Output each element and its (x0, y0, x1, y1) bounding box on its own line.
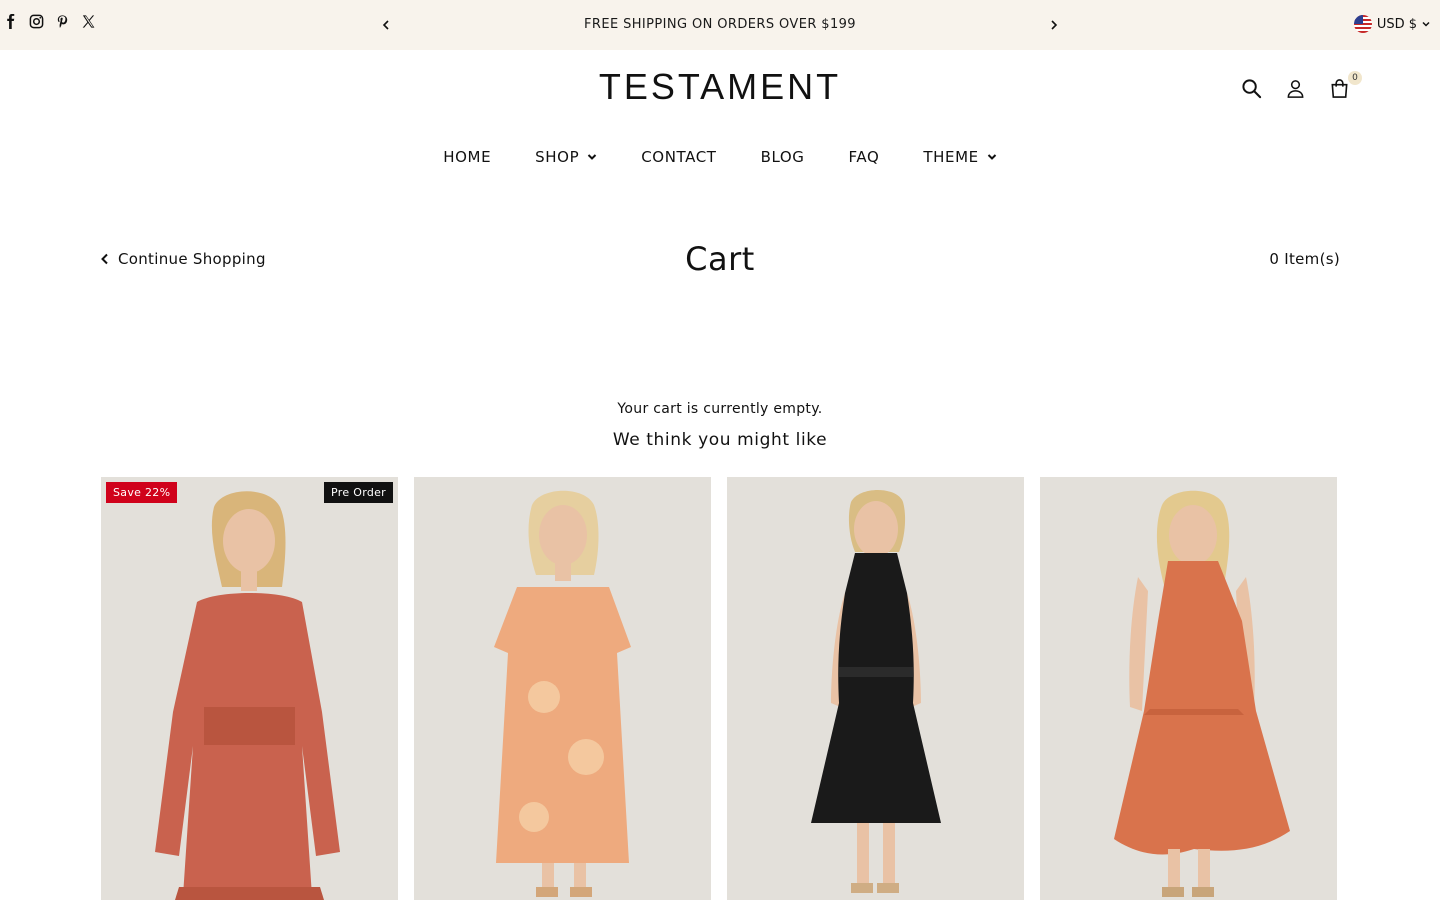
previous-announcement-arrow[interactable] (378, 16, 394, 34)
sale-badge: Save 22% (106, 482, 178, 503)
continue-shopping-label: Continue Shopping (118, 250, 266, 268)
nav-item-contact[interactable]: CONTACT (641, 148, 716, 166)
header-actions: 0 (1240, 71, 1362, 99)
chevron-down-icon (1422, 21, 1430, 27)
pinterest-icon[interactable] (54, 12, 70, 30)
us-flag-icon (1353, 15, 1372, 33)
empty-cart-message: Your cart is currently empty. (617, 401, 823, 417)
recommendations-heading: We think you might like (612, 430, 828, 450)
site-logo[interactable]: TESTAMENT (560, 66, 880, 108)
social-links (2, 12, 96, 30)
facebook-icon[interactable] (2, 12, 18, 30)
nav-item-shop[interactable]: SHOP (535, 148, 597, 166)
product-image (414, 477, 711, 900)
account-icon[interactable] (1284, 77, 1306, 99)
announcement-bar: FREE SHIPPING ON ORDERS OVER $199 USD $ (0, 0, 1440, 50)
chevron-down-icon (987, 154, 996, 160)
currency-label: USD $ (1376, 16, 1417, 32)
cart-icon[interactable]: 0 (1328, 71, 1362, 99)
currency-selector[interactable]: USD $ (1353, 15, 1430, 33)
product-image (101, 477, 398, 900)
chevron-down-icon (588, 154, 597, 160)
main-navigation: HOME SHOP CONTACT BLOG FAQ THEME (0, 148, 1440, 166)
continue-shopping-link[interactable]: Continue Shopping (100, 250, 266, 268)
product-image (1040, 477, 1337, 900)
product-card[interactable]: Save 22% Pre Order (101, 477, 398, 900)
x-icon[interactable] (80, 12, 96, 30)
product-card[interactable] (414, 477, 711, 900)
product-grid: Save 22% Pre Order (101, 477, 1337, 900)
pre-order-badge: Pre Order (324, 482, 393, 503)
product-card[interactable] (1040, 477, 1337, 900)
nav-item-home[interactable]: HOME (443, 148, 491, 166)
nav-item-faq[interactable]: FAQ (849, 148, 880, 166)
next-announcement-arrow[interactable] (1046, 16, 1062, 34)
cart-item-count: 0 Item(s) (1269, 250, 1340, 268)
product-card[interactable] (727, 477, 1024, 900)
cart-count-badge: 0 (1348, 71, 1362, 85)
search-icon[interactable] (1240, 77, 1262, 99)
nav-item-theme[interactable]: THEME (923, 148, 996, 166)
nav-item-blog[interactable]: BLOG (761, 148, 805, 166)
product-image (727, 477, 1024, 900)
chevron-left-icon (101, 253, 108, 265)
instagram-icon[interactable] (28, 12, 44, 30)
announcement-text: FREE SHIPPING ON ORDERS OVER $199 (584, 17, 856, 32)
page-title: Cart (685, 240, 755, 278)
